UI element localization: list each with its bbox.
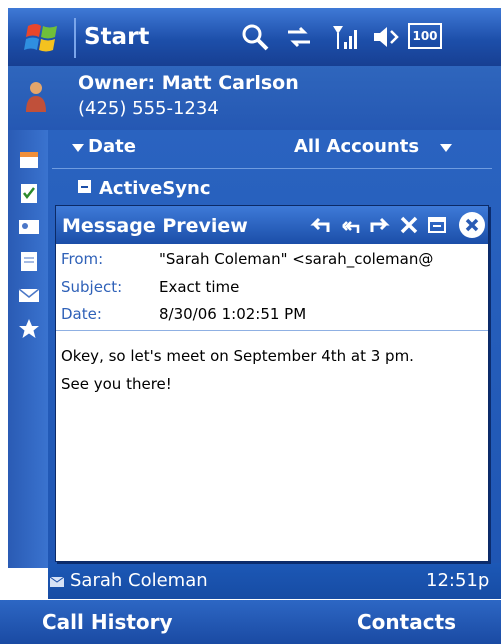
sort-down-icon[interactable] [72, 144, 84, 152]
message-preview-dialog: Message Preview From: "Sarah Coleman" <s… [55, 205, 489, 562]
body-line: Okey, so let's meet on September 4th at … [61, 347, 414, 365]
app-icon-column [8, 130, 48, 568]
preview-title-bar: Message Preview [56, 206, 488, 244]
collapse-icon[interactable] [78, 180, 91, 193]
signal-icon[interactable] [330, 22, 360, 52]
close-icon [465, 218, 479, 232]
selected-message-row[interactable]: Sarah Coleman 12:51p [48, 563, 501, 599]
messaging-icon[interactable] [18, 284, 40, 306]
group-activesync[interactable]: ActiveSync [78, 178, 211, 199]
forward-icon[interactable] [368, 214, 392, 236]
owner-phone: (425) 555-1234 [78, 98, 219, 119]
date-value: 8/30/06 1:02:51 PM [159, 305, 307, 323]
pocketpc-screen: Start 100 Owner: Matt Carlson (425) 555-… [0, 0, 501, 644]
notes-icon[interactable] [18, 250, 40, 272]
body-line: See you there! [61, 375, 172, 393]
chevron-down-icon[interactable] [440, 144, 452, 152]
reply-all-icon[interactable] [338, 214, 362, 236]
connectivity-icon[interactable] [284, 22, 314, 52]
owner-name: Owner: Matt Carlson [78, 72, 299, 94]
search-icon[interactable] [240, 22, 270, 52]
battery-icon[interactable]: 100 [408, 23, 442, 49]
envelope-icon [50, 576, 64, 587]
close-button[interactable] [459, 212, 485, 238]
title-separator [74, 18, 76, 58]
message-header: From: "Sarah Coleman" <sarah_coleman@ Su… [56, 244, 488, 331]
start-button[interactable]: Start [84, 24, 149, 50]
preview-title: Message Preview [62, 215, 248, 237]
owner-banner[interactable]: Owner: Matt Carlson (425) 555-1234 [8, 66, 501, 130]
message-sender: Sarah Coleman [70, 570, 208, 591]
message-time: 12:51p [426, 570, 490, 591]
battery-level: 100 [412, 29, 438, 43]
owner-avatar-icon [26, 82, 46, 112]
delete-icon[interactable] [398, 214, 420, 236]
group-label: ActiveSync [99, 178, 211, 199]
subject-value: Exact time [159, 278, 240, 296]
from-label: From: [61, 250, 104, 268]
list-header: Date All Accounts [48, 136, 501, 164]
calendar-icon[interactable] [18, 148, 40, 170]
windows-logo-icon[interactable] [22, 20, 62, 56]
open-message-icon[interactable] [426, 214, 450, 236]
volume-icon[interactable] [370, 22, 400, 52]
title-bar: Start 100 [8, 8, 501, 66]
call-history-softkey[interactable]: Call History [42, 610, 173, 634]
accounts-dropdown[interactable]: All Accounts [294, 136, 419, 157]
favorites-star-icon[interactable] [18, 318, 40, 340]
tasks-icon[interactable] [18, 182, 40, 204]
reply-icon[interactable] [308, 214, 332, 236]
list-divider [52, 168, 492, 169]
subject-label: Subject: [61, 278, 123, 296]
from-value: "Sarah Coleman" <sarah_coleman@ [159, 250, 434, 268]
date-label: Date: [61, 305, 102, 323]
contacts-card-icon[interactable] [18, 216, 40, 238]
softkey-bar: Call History Contacts [0, 600, 501, 644]
message-body: Okey, so let's meet on September 4th at … [61, 342, 481, 398]
sort-by-date[interactable]: Date [88, 136, 136, 157]
contacts-softkey[interactable]: Contacts [357, 610, 456, 634]
